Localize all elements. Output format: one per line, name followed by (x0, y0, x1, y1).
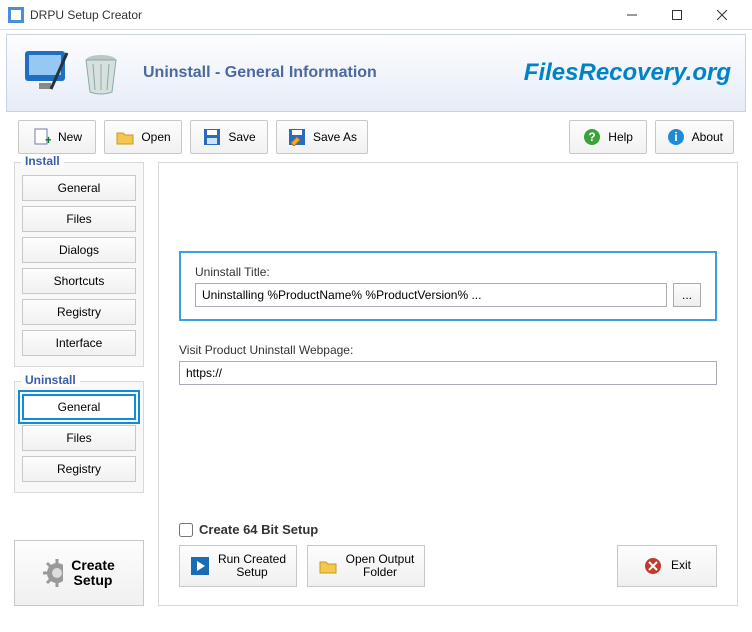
monitor-icon (21, 45, 77, 101)
exit-button[interactable]: Exit (617, 545, 717, 587)
banner-icons (21, 45, 121, 101)
banner: Uninstall - General Information FilesRec… (6, 34, 746, 112)
save-button[interactable]: Save (190, 120, 268, 154)
sidebar-uninstall-general[interactable]: General (22, 394, 136, 420)
uninstall-title-section: Uninstall Title: ... (179, 251, 717, 321)
banner-title: Uninstall - General Information (143, 64, 524, 82)
brand-label: FilesRecovery.org (524, 59, 731, 87)
install-group: Install General Files Dialogs Shortcuts … (14, 162, 144, 367)
open-output-label: Open OutputFolder (346, 553, 415, 579)
save-icon (202, 127, 222, 147)
sidebar-install-general[interactable]: General (22, 175, 136, 201)
create-64bit-label: Create 64 Bit Setup (199, 522, 318, 537)
webpage-label: Visit Product Uninstall Webpage: (179, 343, 717, 357)
gear-icon (43, 563, 63, 583)
help-icon: ? (582, 127, 602, 147)
content-panel: Uninstall Title: ... Visit Product Unins… (158, 162, 738, 606)
webpage-section: Visit Product Uninstall Webpage: (179, 343, 717, 385)
sidebar-install-dialogs[interactable]: Dialogs (22, 237, 136, 263)
content-footer: Create 64 Bit Setup Run CreatedSetup Ope… (179, 522, 717, 587)
titlebar: DRPU Setup Creator (0, 0, 752, 30)
webpage-input[interactable] (179, 361, 717, 385)
new-label: New (58, 130, 82, 144)
about-label: About (692, 130, 723, 144)
main-area: Install General Files Dialogs Shortcuts … (0, 162, 752, 612)
uninstall-title-input[interactable] (195, 283, 667, 307)
close-button[interactable] (699, 0, 744, 30)
sidebar: Install General Files Dialogs Shortcuts … (14, 162, 144, 606)
minimize-button[interactable] (609, 0, 654, 30)
about-button[interactable]: i About (655, 120, 734, 154)
exit-icon (643, 556, 663, 576)
create-64bit-checkbox[interactable] (179, 523, 193, 537)
new-button[interactable]: + New (18, 120, 96, 154)
uninstall-group: Uninstall General Files Registry (14, 381, 144, 493)
sidebar-install-interface[interactable]: Interface (22, 330, 136, 356)
save-as-icon (287, 127, 307, 147)
svg-text:+: + (45, 133, 51, 146)
save-as-label: Save As (313, 130, 357, 144)
uninstall-group-label: Uninstall (21, 373, 80, 387)
sidebar-install-registry[interactable]: Registry (22, 299, 136, 325)
about-icon: i (666, 127, 686, 147)
run-created-setup-button[interactable]: Run CreatedSetup (179, 545, 297, 587)
sidebar-install-shortcuts[interactable]: Shortcuts (22, 268, 136, 294)
open-label: Open (141, 130, 170, 144)
new-icon: + (32, 127, 52, 147)
toolbar: + New Open Save Save As ? Help i About (0, 120, 752, 162)
folder-icon (318, 556, 338, 576)
help-button[interactable]: ? Help (569, 120, 647, 154)
sidebar-uninstall-registry[interactable]: Registry (22, 456, 136, 482)
open-output-folder-button[interactable]: Open OutputFolder (307, 545, 425, 587)
window-title: DRPU Setup Creator (30, 8, 609, 22)
save-as-button[interactable]: Save As (276, 120, 368, 154)
sidebar-uninstall-files[interactable]: Files (22, 425, 136, 451)
open-icon (115, 127, 135, 147)
svg-text:i: i (674, 130, 677, 144)
maximize-button[interactable] (654, 0, 699, 30)
sidebar-install-files[interactable]: Files (22, 206, 136, 232)
app-icon (8, 7, 24, 23)
help-label: Help (608, 130, 633, 144)
install-group-label: Install (21, 154, 64, 168)
open-button[interactable]: Open (104, 120, 182, 154)
run-created-label: Run CreatedSetup (218, 553, 286, 579)
play-icon (190, 556, 210, 576)
exit-label: Exit (671, 559, 691, 572)
trash-icon (81, 50, 121, 96)
create-64bit-row[interactable]: Create 64 Bit Setup (179, 522, 717, 537)
svg-text:?: ? (589, 130, 596, 144)
create-setup-label: CreateSetup (71, 558, 115, 589)
uninstall-title-label: Uninstall Title: (195, 265, 701, 279)
browse-button[interactable]: ... (673, 283, 701, 307)
save-label: Save (228, 130, 255, 144)
create-setup-button[interactable]: CreateSetup (14, 540, 144, 606)
